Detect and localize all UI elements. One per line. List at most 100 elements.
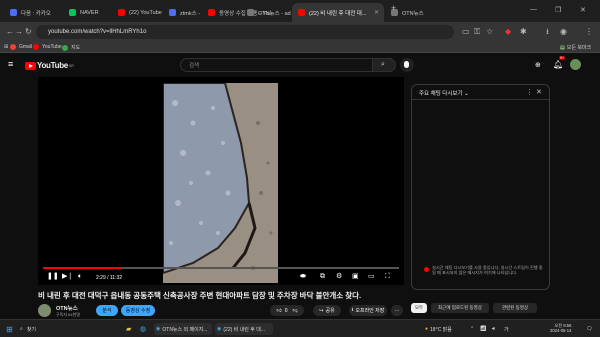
chat-more-icon[interactable]: ⋮ bbox=[526, 88, 533, 96]
chip-recent-uploads[interactable]: 최근에 업로드된 동영상 bbox=[431, 303, 489, 313]
browser-tab-bar: 다음 : 카카오 NAVER (22) YouTube ztmk스 - Daum… bbox=[0, 0, 600, 22]
channel-avatar[interactable] bbox=[38, 304, 51, 317]
cast-icon[interactable]: ▭ bbox=[462, 27, 470, 37]
weather-widget[interactable]: ● 18°C 맑음 bbox=[425, 323, 452, 335]
download-icon[interactable]: ⭳ bbox=[546, 27, 549, 37]
share-button[interactable]: ↪ 공유 bbox=[313, 305, 341, 316]
url-text: youtube.com/watch?v=llHhLmRYh1o bbox=[48, 29, 147, 35]
taskbar-app-label: OTN뉴스 외 페이지... bbox=[162, 326, 208, 333]
volume-icon[interactable]: 🔈︎ bbox=[78, 273, 82, 281]
profile-icon[interactable]: ◉ bbox=[560, 27, 567, 37]
download-button[interactable]: ⭳ 오프라인 저장 bbox=[349, 305, 387, 316]
bookmark-maps[interactable]: 지도 bbox=[62, 44, 80, 51]
autoplay-toggle-icon[interactable]: ⬬ bbox=[300, 273, 306, 281]
chip-related[interactable]: 관련된 동영상 bbox=[493, 303, 537, 313]
taskbar-search-label: 찾기 bbox=[26, 326, 37, 333]
new-tab-icon[interactable]: + bbox=[391, 3, 396, 13]
miniplayer-icon[interactable]: ▣ bbox=[352, 273, 359, 281]
chat-header: 주요 채팅 다시보기 ⌄ ⋮ ✕ bbox=[412, 85, 549, 100]
youtube-icon bbox=[208, 9, 215, 16]
address-bar[interactable]: youtube.com/watch?v=llHhLmRYh1o bbox=[36, 25, 454, 39]
youtube-play-logo-icon bbox=[25, 61, 36, 70]
system-clock[interactable]: 오전 9:56 2024-05-14 bbox=[550, 323, 571, 335]
youtube-icon bbox=[33, 44, 39, 50]
share-label: 공유 bbox=[325, 308, 335, 314]
back-icon[interactable]: ← bbox=[6, 27, 14, 37]
extensions-puzzle-icon[interactable]: ✱ bbox=[520, 27, 527, 37]
tab-label: ztmk스 - Daum 카페 bbox=[180, 10, 201, 17]
reload-icon[interactable]: ↻ bbox=[25, 27, 32, 37]
minimize-icon[interactable]: — bbox=[530, 6, 537, 13]
chrome-icon: ◉ bbox=[217, 326, 222, 332]
language-indicator-icon[interactable]: 가 bbox=[504, 323, 509, 335]
apps-grid-icon[interactable]: ⊞ bbox=[4, 44, 8, 50]
analytics-button[interactable]: 분석 bbox=[96, 305, 118, 316]
all-bookmarks[interactable]: ▤ 모든 북마크 bbox=[560, 44, 591, 52]
video-frame bbox=[163, 83, 278, 283]
tray-chevron-icon[interactable]: ⌃ bbox=[470, 323, 474, 335]
daum-cafe-icon bbox=[169, 9, 176, 16]
tab-daum-cafe[interactable]: ztmk스 - Daum 카페 bbox=[163, 3, 201, 22]
file-explorer-icon[interactable]: ▰ bbox=[126, 323, 131, 335]
notifications-bell-icon[interactable]: 🔔︎ bbox=[553, 60, 563, 69]
search-input[interactable]: 검색 bbox=[180, 58, 392, 72]
account-avatar[interactable] bbox=[570, 59, 581, 70]
pause-icon[interactable]: ❚❚ bbox=[47, 273, 59, 281]
youtube-header: ≡ YouTube KR 검색 ⌕ ⊕ 🔔︎ 9+ bbox=[0, 53, 600, 77]
edit-video-button[interactable]: 동영상 수정 bbox=[121, 305, 155, 316]
tab-daum[interactable]: 다음 : 카카오 bbox=[4, 3, 62, 22]
next-icon[interactable]: ▶❘ bbox=[62, 273, 73, 281]
daum-icon bbox=[10, 9, 17, 16]
chip-all[interactable]: 모두 bbox=[411, 303, 427, 313]
taskbar-search[interactable]: ⌕ 찾기 bbox=[20, 323, 120, 335]
bookmark-gmail[interactable]: Gmail bbox=[10, 44, 32, 50]
site-icon bbox=[247, 9, 254, 16]
forward-icon[interactable]: → bbox=[15, 27, 23, 37]
youtube-icon bbox=[118, 9, 125, 16]
notification-center-icon[interactable]: 🗨︎ bbox=[586, 323, 592, 335]
browser-menu-icon[interactable]: ⋮ bbox=[585, 27, 593, 37]
captions-icon[interactable]: ⧉ bbox=[320, 273, 325, 281]
more-actions-button[interactable]: ··· bbox=[391, 305, 403, 316]
progress-bar[interactable] bbox=[43, 267, 399, 269]
theater-mode-icon[interactable]: ▭ bbox=[368, 273, 375, 281]
taskbar-app-youtube[interactable]: ◉ (22) 비 내린 후 대... bbox=[215, 323, 273, 335]
bookmark-label: 지도 bbox=[71, 45, 81, 51]
translate-icon[interactable]: ⚿ bbox=[474, 27, 480, 37]
time-display: 2:29 / 11:32 bbox=[96, 275, 123, 281]
close-tab-icon[interactable]: ✕ bbox=[374, 9, 379, 16]
browser-edge-icon[interactable]: ◍ bbox=[140, 323, 146, 335]
bookmark-star-icon[interactable]: ☆ bbox=[486, 27, 493, 37]
maximize-icon[interactable]: ❐ bbox=[555, 6, 561, 14]
gmail-icon bbox=[10, 44, 16, 50]
speaker-icon[interactable]: 🔊︎ bbox=[492, 323, 495, 335]
like-button[interactable]: 👍︎ 0 👎︎ bbox=[270, 305, 304, 316]
chat-replay-notice: 실시간 채팅 다시보기를 사용 중입니다. 실시간 스트림이 진행 중일 때 표… bbox=[432, 265, 543, 275]
youtube-logo-text: YouTube bbox=[37, 61, 68, 70]
video-player[interactable]: ❚❚ ▶❘ 🔈︎ 2:29 / 11:32 ⬬ ⧉ ⚙ ▣ ▭ ⛶ bbox=[38, 77, 404, 285]
bookmark-youtube[interactable]: YouTube bbox=[33, 44, 62, 50]
close-window-icon[interactable]: ✕ bbox=[580, 6, 586, 14]
youtube-logo[interactable]: YouTube KR bbox=[25, 61, 74, 70]
thumbs-down-icon: 👎︎ bbox=[292, 307, 298, 314]
taskbar-app-otn[interactable]: ◉ OTN뉴스 외 페이지... bbox=[154, 323, 212, 335]
tab-otn-admin[interactable]: OTN뉴스 - admin bbox=[241, 3, 291, 22]
search-button[interactable]: ⌕ bbox=[372, 58, 396, 72]
windows-start-icon[interactable]: ⊞ bbox=[6, 323, 13, 335]
voice-search-button[interactable] bbox=[400, 58, 414, 72]
extension-icon[interactable]: ◆ bbox=[505, 27, 511, 37]
fullscreen-icon[interactable]: ⛶ bbox=[385, 273, 390, 281]
tab-naver[interactable]: NAVER bbox=[63, 3, 111, 22]
channel-name[interactable]: OTN뉴스 bbox=[56, 304, 78, 312]
chat-close-icon[interactable]: ✕ bbox=[536, 88, 542, 96]
chat-replay-panel: 주요 채팅 다시보기 ⌄ ⋮ ✕ 실시간 채팅 다시보기를 사용 중입니다. 실… bbox=[411, 84, 550, 290]
network-icon[interactable]: 📶︎ bbox=[480, 323, 486, 335]
create-video-icon[interactable]: ⊕ bbox=[535, 61, 541, 69]
chat-mode-dropdown[interactable]: 주요 채팅 다시보기 ⌄ bbox=[419, 89, 469, 97]
maps-icon bbox=[62, 44, 68, 51]
subscriber-count: 구독자 64천명 bbox=[56, 312, 80, 317]
tab-youtube-home[interactable]: (22) YouTube bbox=[112, 3, 162, 22]
bookmarks-bar: ⊞ Gmail YouTube 지도 ▤ 모든 북마크 bbox=[0, 42, 600, 53]
hamburger-menu-icon[interactable]: ≡ bbox=[8, 59, 13, 69]
settings-gear-icon[interactable]: ⚙ bbox=[336, 273, 342, 281]
